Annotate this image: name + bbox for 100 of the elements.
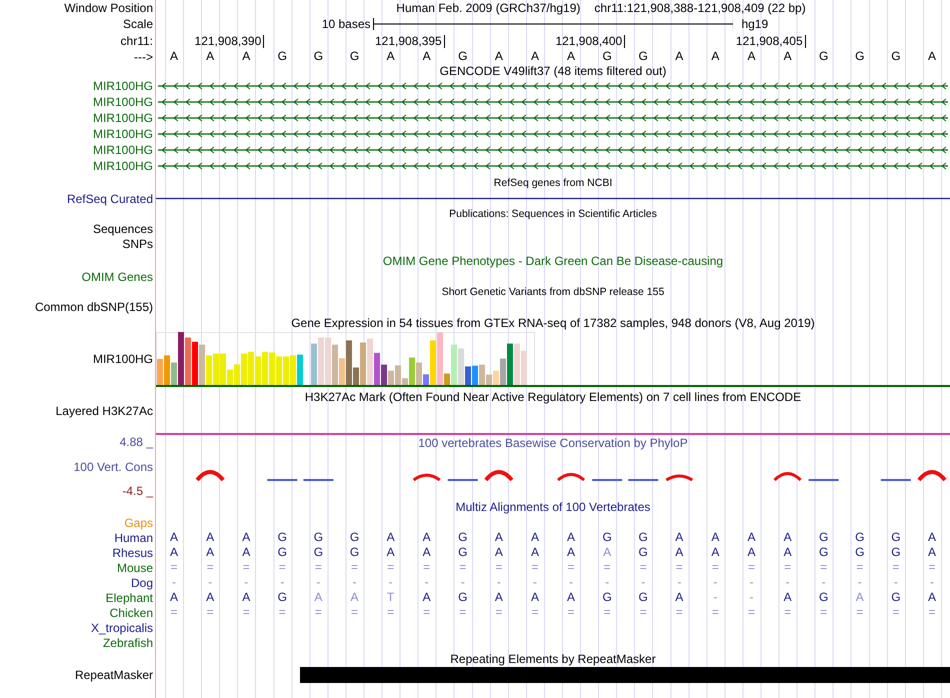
coordinate-label: 121,908,405 <box>736 35 806 48</box>
track-label[interactable]: Dog <box>130 576 153 590</box>
track-label[interactable]: RefSeq Curated <box>66 192 153 206</box>
track-label[interactable]: MIR100HG <box>92 79 153 93</box>
track-label[interactable]: chr11: <box>120 34 153 48</box>
scale-length: 10 bases <box>322 17 372 31</box>
track-title: OMIM Gene Phenotypes - Dark Green Can Be Disease-causing <box>382 254 724 268</box>
alignment-base: = <box>242 561 250 574</box>
alignment-base: A <box>242 591 250 604</box>
track-label[interactable]: Layered H3K27Ac <box>56 404 153 418</box>
alignment-base: - <box>424 576 429 589</box>
alignment-base: - <box>352 576 356 589</box>
alignment-base: G <box>602 591 612 604</box>
track-label[interactable]: Human <box>114 530 153 544</box>
track-label[interactable]: Chicken <box>110 606 153 620</box>
alignment-base: = <box>350 606 358 619</box>
track-label[interactable]: RepeatMasker <box>74 668 153 682</box>
base-letter: G <box>602 50 612 63</box>
alignment-base: - <box>786 576 790 589</box>
alignment-base: G <box>278 591 287 604</box>
alignment-base: G <box>350 531 360 544</box>
base-letter: G <box>314 50 324 63</box>
alignment-base: A <box>567 531 576 544</box>
alignment-base: A <box>494 531 503 544</box>
alignment-base: A <box>242 531 250 544</box>
alignment-base: = <box>604 606 611 619</box>
track-label[interactable]: Scale <box>122 17 153 31</box>
base-letter: G <box>350 50 360 63</box>
alignment-base: = <box>892 606 900 619</box>
alignment-base: T <box>386 591 394 604</box>
alignment-base: = <box>459 561 466 574</box>
alignment-base: = <box>928 561 936 574</box>
alignment-base: A <box>530 531 539 544</box>
alignment-base: - <box>532 576 537 589</box>
alignment-base: = <box>170 561 178 574</box>
base-letter: G <box>819 50 828 63</box>
alignment-base: = <box>350 561 358 574</box>
alignment-base: = <box>892 561 900 574</box>
alignment-base: G <box>638 591 648 604</box>
track-label[interactable]: MIR100HG <box>92 127 153 141</box>
track-label[interactable]: Common dbSNP(155) <box>34 300 153 314</box>
track-label[interactable]: Window Position <box>64 1 153 15</box>
alignment-base: A <box>747 546 756 559</box>
track-label[interactable]: MIR100HG <box>92 143 153 157</box>
alignment-base: - <box>244 576 248 589</box>
alignment-base: = <box>676 561 683 574</box>
alignment-base: A <box>856 591 864 604</box>
track-label[interactable]: Mouse <box>116 560 153 574</box>
base-letter: A <box>422 50 431 63</box>
base-letter: A <box>747 50 756 63</box>
alignment-base: - <box>569 576 574 589</box>
alignment-base: G <box>278 531 287 544</box>
alignment-base: - <box>208 576 212 589</box>
track-label[interactable]: ---> <box>134 50 153 64</box>
base-letter: A <box>386 50 395 63</box>
alignment-base: = <box>531 561 538 574</box>
alignment-base: A <box>747 531 756 544</box>
alignment-base: A <box>206 591 214 604</box>
alignment-base: = <box>387 606 394 619</box>
alignment-base: = <box>495 606 502 619</box>
alignment-base: A <box>530 591 539 604</box>
alignment-base: A <box>170 531 178 544</box>
alignment-base: - <box>460 576 465 589</box>
alignment-base: A <box>675 546 684 559</box>
track-label[interactable]: MIR100HG <box>92 352 153 366</box>
alignment-base: = <box>423 561 430 574</box>
alignment-base: - <box>894 576 898 589</box>
track-label[interactable]: Zebrafish <box>102 636 153 650</box>
alignment-base: = <box>640 561 647 574</box>
alignment-base: G <box>602 531 612 544</box>
track-label[interactable]: SNPs <box>122 237 153 251</box>
track-label[interactable]: MIR100HG <box>92 111 153 125</box>
alignment-base: = <box>495 561 502 574</box>
alignment-base: A <box>170 591 178 604</box>
alignment-base: = <box>206 606 214 619</box>
track-label[interactable]: MIR100HG <box>92 95 153 109</box>
track-label[interactable]: Rhesus <box>112 546 153 560</box>
alignment-base: = <box>170 606 178 619</box>
base-letter: A <box>242 50 250 63</box>
alignment-base: G <box>314 531 324 544</box>
alignment-base: = <box>856 606 864 619</box>
track-label[interactable]: OMIM Genes <box>82 270 153 284</box>
track-label[interactable]: 100 Vert. Cons <box>74 460 153 474</box>
alignment-base: G <box>819 591 828 604</box>
base-letter: A <box>784 50 792 63</box>
base-letter: G <box>638 50 648 63</box>
alignment-base: = <box>640 606 647 619</box>
track-label[interactable]: MIR100HG <box>92 159 153 173</box>
track-label[interactable]: Elephant <box>106 590 153 604</box>
track-label[interactable]: X_tropicalis <box>90 620 153 634</box>
alignment-base: - <box>388 576 393 589</box>
track-title: H3K27Ac Mark (Often Found Near Active Regulatory Elements) on 7 cell lines from ENCODE <box>304 390 802 404</box>
alignment-base: A <box>314 591 322 604</box>
alignment-base: A <box>494 591 503 604</box>
position-range: chr11:121,908,388-121,908,409 (22 bp) <box>594 1 806 15</box>
track-label[interactable]: Sequences <box>92 222 153 236</box>
alignment-base: G <box>819 531 828 544</box>
alignment-base: - <box>749 576 754 589</box>
alignment-base: = <box>568 606 575 619</box>
alignment-base: - <box>713 576 718 589</box>
